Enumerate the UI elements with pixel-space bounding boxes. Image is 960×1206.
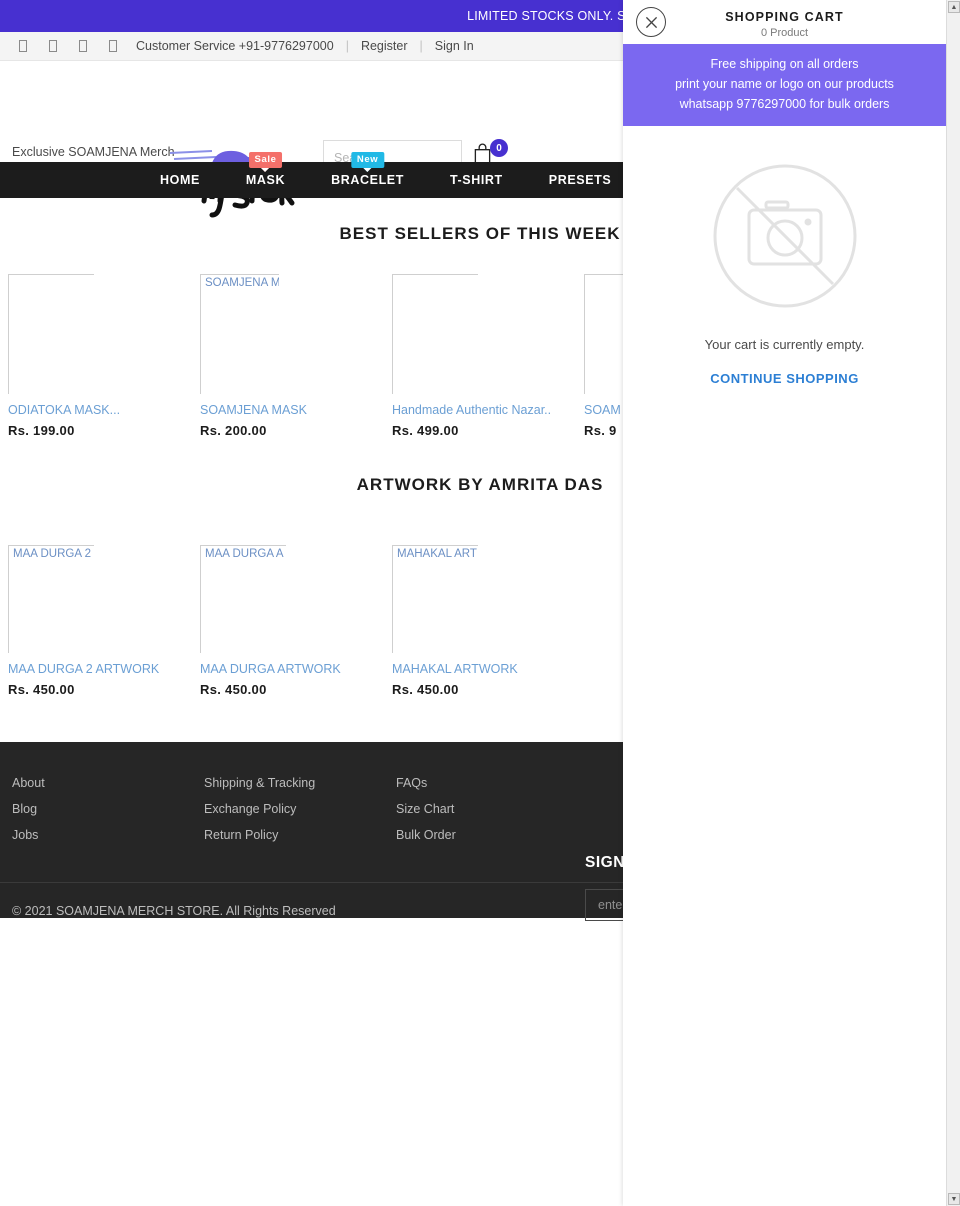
product-price: Rs. 450.00	[8, 682, 75, 697]
site-tagline: Exclusive SOAMJENA Merch	[12, 145, 175, 159]
product-card[interactable]: MAA DURGA A MAA DURGA ARTWORK Rs. 450.00	[200, 513, 392, 697]
cart-product-count: 0 Product	[760, 27, 809, 39]
footer-link-about[interactable]: About	[12, 776, 204, 790]
nav-item-label: HOME	[160, 173, 200, 187]
nav-badge-sale: Sale	[248, 152, 283, 172]
product-price: Rs. 199.00	[8, 423, 75, 438]
product-thumbnail[interactable]: MAA DURGA A	[200, 513, 392, 653]
footer-link-jobs[interactable]: Jobs	[12, 828, 204, 842]
product-card[interactable]: ODIATOKA MASK... Rs. 199.00	[8, 262, 200, 438]
product-title[interactable]: SOAMJENA MASK	[200, 403, 392, 417]
nav-item-label: BRACELET	[331, 173, 404, 187]
product-card[interactable]: MAHAKAL ART MAHAKAL ARTWORK Rs. 450.00	[392, 513, 584, 697]
product-thumbnail[interactable]: MAA DURGA 2	[8, 513, 200, 653]
footer-link-faqs[interactable]: FAQs	[396, 776, 588, 790]
product-title[interactable]: ODIATOKA MASK...	[8, 403, 200, 417]
close-icon[interactable]	[636, 7, 666, 37]
broken-image-placeholder	[8, 274, 94, 394]
scroll-up-icon[interactable]: ▲	[948, 1, 960, 13]
product-card[interactable]: Handmade Authentic Nazar.. Rs. 499.00	[392, 262, 584, 438]
broken-image-placeholder	[392, 274, 478, 394]
nav-item-t-shirt[interactable]: T-SHIRT	[450, 173, 503, 187]
utility-separator-1: |	[345, 39, 349, 53]
nav-item-bracelet[interactable]: New BRACELET	[331, 152, 404, 187]
broken-image-placeholder: MAHAKAL ART	[392, 545, 478, 653]
footer-link-return-policy[interactable]: Return Policy	[204, 828, 396, 842]
cart-promo-banner: Free shipping on all orders print your n…	[623, 44, 946, 126]
footer-column: FAQs Size Chart Bulk Order	[396, 776, 588, 854]
footer-link-bulk-order[interactable]: Bulk Order	[396, 828, 588, 842]
youtube-icon[interactable]	[109, 40, 117, 52]
product-card[interactable]: MAA DURGA 2 MAA DURGA 2 ARTWORK Rs. 450.00	[8, 513, 200, 697]
product-thumbnail[interactable]	[8, 262, 200, 394]
product-card[interactable]: SOAMJENA MA SOAMJENA MASK Rs. 200.00	[200, 262, 392, 438]
cart-count-badge: 0	[490, 139, 508, 157]
broken-image-placeholder: MAA DURGA 2	[8, 545, 94, 653]
product-price: Rs. 450.00	[392, 682, 459, 697]
footer-link-blog[interactable]: Blog	[12, 802, 204, 816]
instagram-icon[interactable]	[79, 40, 87, 52]
cart-empty-message: Your cart is currently empty.	[704, 337, 865, 352]
nav-item-label: PRESETS	[548, 173, 612, 187]
product-thumbnail[interactable]	[392, 262, 584, 394]
customer-service-text: Customer Service +91-9776297000	[136, 39, 334, 53]
nav-item-home[interactable]: HOME	[160, 173, 200, 187]
product-title[interactable]: MAA DURGA 2 ARTWORK	[8, 662, 200, 676]
cart-promo-line-1: Free shipping on all orders	[710, 57, 859, 71]
product-price: Rs. 499.00	[392, 423, 459, 438]
nav-item-label: MASK	[245, 173, 286, 187]
nav-badge-new: New	[350, 152, 385, 172]
nav-item-label: T-SHIRT	[449, 173, 503, 187]
cart-header: SHOPPING CART 0 Product	[623, 0, 946, 44]
product-title[interactable]: MAHAKAL ARTWORK	[392, 662, 584, 676]
footer-link-exchange-policy[interactable]: Exchange Policy	[204, 802, 396, 816]
signin-link[interactable]: Sign In	[435, 39, 474, 53]
cart-promo-line-3: whatsapp 9776297000 for bulk orders	[679, 97, 890, 111]
cart-title: SHOPPING CART	[725, 10, 844, 24]
footer-link-size-chart[interactable]: Size Chart	[396, 802, 588, 816]
footer-link-shipping-tracking[interactable]: Shipping & Tracking	[204, 776, 396, 790]
cart-promo-line-2: print your name or logo on our products	[675, 77, 894, 91]
nav-item-presets[interactable]: PRESETS	[549, 173, 612, 187]
product-title[interactable]: MAA DURGA ARTWORK	[200, 662, 392, 676]
product-price: Rs. 450.00	[200, 682, 267, 697]
no-image-icon	[713, 164, 856, 308]
register-link[interactable]: Register	[361, 39, 408, 53]
broken-image-placeholder: SOAMJENA MA	[200, 274, 279, 394]
cart-empty-state: Your cart is currently empty. CONTINUE S…	[623, 126, 946, 388]
page-scrollbar[interactable]: ▲ ▼	[946, 0, 960, 1206]
shopping-cart-drawer: SHOPPING CART 0 Product Free shipping on…	[623, 0, 946, 1206]
facebook-icon[interactable]	[19, 40, 27, 52]
footer-column: About Blog Jobs	[12, 776, 204, 854]
product-title[interactable]: Handmade Authentic Nazar..	[392, 403, 584, 417]
broken-image-placeholder: MAA DURGA A	[200, 545, 286, 653]
continue-shopping-link[interactable]: CONTINUE SHOPPING	[710, 371, 859, 386]
product-price: Rs. 200.00	[200, 423, 267, 438]
utility-separator-2: |	[419, 39, 423, 53]
nav-item-mask[interactable]: Sale MASK	[245, 152, 286, 187]
product-thumbnail[interactable]: SOAMJENA MA	[200, 262, 392, 394]
scroll-down-icon[interactable]: ▼	[948, 1193, 960, 1205]
product-thumbnail[interactable]: MAHAKAL ART	[392, 513, 584, 653]
twitter-icon[interactable]	[49, 40, 57, 52]
footer-column: Shipping & Tracking Exchange Policy Return…	[204, 776, 396, 854]
